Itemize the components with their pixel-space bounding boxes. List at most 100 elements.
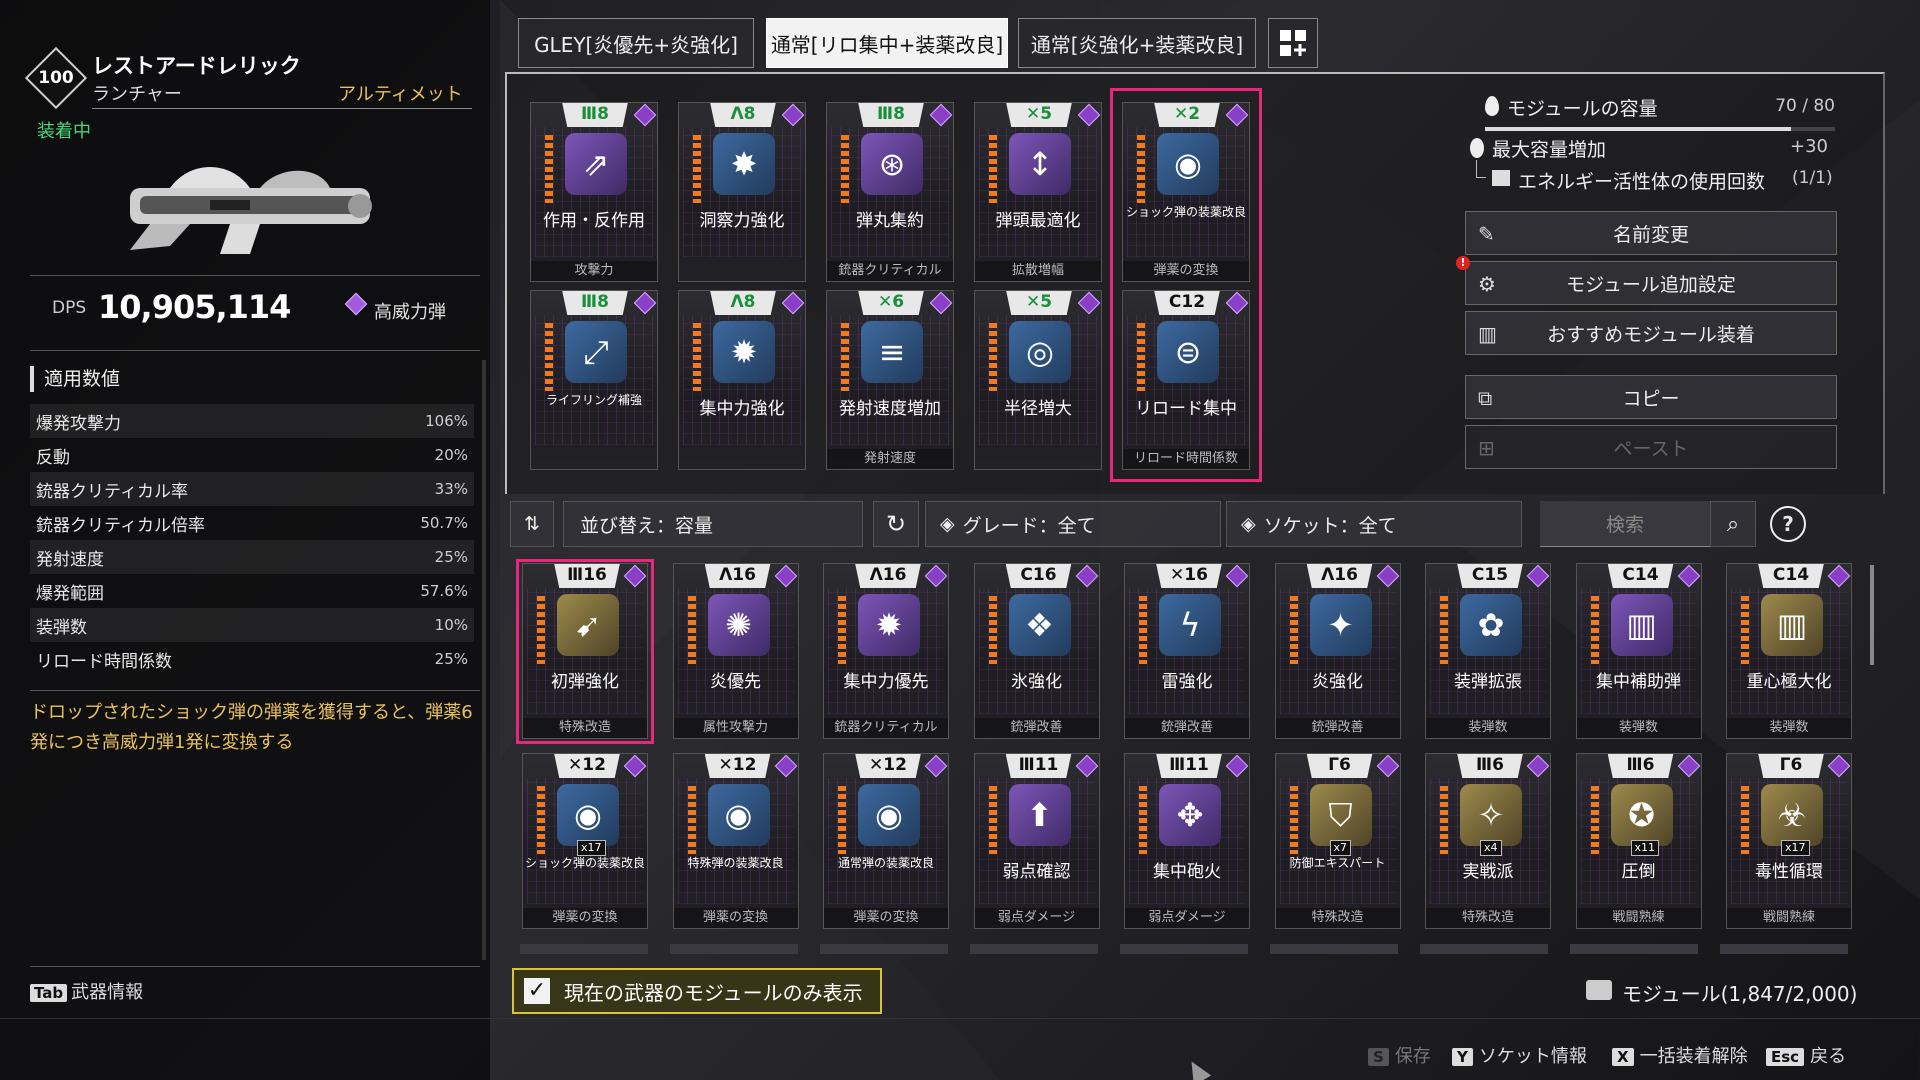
tab-preset-2[interactable]: 通常[リロ集中+装薬改良] — [766, 18, 1008, 68]
next-row-peek — [520, 944, 1870, 954]
module-icon: ✧ — [1460, 784, 1522, 846]
paste-button[interactable]: ⊞ ペースト — [1465, 425, 1837, 469]
module-card[interactable]: Ⅲ6 ✧ x4 実戦派 特殊改造 — [1425, 753, 1551, 929]
grid-plus-icon — [1280, 30, 1306, 56]
module-card[interactable]: Ⅲ11 ⬆ 弱点確認 弱点ダメージ — [973, 753, 1100, 929]
module-settings-button[interactable]: ⚙ モジュール追加設定 — [1465, 261, 1837, 305]
ammo-type-icon — [633, 291, 657, 315]
capacity-bar — [1485, 127, 1835, 131]
module-icon: ✹ — [713, 321, 775, 383]
module-card[interactable]: Ⅲ8 ⇗ 作用・反作用 攻撃力 — [530, 102, 658, 282]
module-icon: ⇗ — [565, 133, 627, 195]
inventory-scrollbar[interactable] — [1870, 565, 1874, 665]
highlight-frame — [1110, 88, 1262, 482]
module-card[interactable]: Ⅲ8 ⤢ ライフリング補強 — [530, 290, 658, 470]
stat-label: 装弾数 — [36, 617, 87, 638]
capacity-bars-icon — [988, 596, 997, 664]
ammo-type-icon — [781, 291, 805, 315]
save-label: 保存 — [1394, 1046, 1431, 1067]
module-card[interactable]: Ⅲ6 ✪ x11 圧倒 戦闘熟練 — [1575, 753, 1702, 929]
module-card[interactable]: Γ6 ⛉ x7 防御エキスパート 特殊改造 — [1274, 753, 1401, 929]
module-card[interactable]: Ⅲ8 ⊛ 弾丸集約 銃器クリティカル — [826, 102, 954, 282]
sort-order-button[interactable]: ⇅ — [510, 501, 554, 547]
recommended-modules-button[interactable]: ▥ おすすめモジュール装着 — [1465, 311, 1837, 355]
help-button[interactable]: ? — [1770, 506, 1806, 542]
stat-label: 反動 — [36, 447, 70, 468]
capacity-bars-icon — [687, 596, 696, 664]
unequip-label: 一括装着解除 — [1639, 1046, 1748, 1067]
module-card[interactable]: ✕12 ◉ 通常弾の装薬改良 弾薬の変換 — [823, 753, 949, 929]
module-card[interactable]: Ⅲ11 ✥ 集中砲火 弱点ダメージ — [1124, 753, 1250, 929]
energy-value: (1/1) — [1792, 168, 1833, 188]
save-button[interactable]: S 保存 — [1368, 1042, 1431, 1068]
mouse-cursor-icon — [1182, 1056, 1212, 1080]
capacity-bars-icon — [545, 323, 553, 391]
module-icon: ✥ — [1159, 784, 1221, 846]
socket-badge: ✕16 — [1156, 564, 1222, 588]
search-input[interactable]: 検索 — [1540, 501, 1710, 547]
unequip-all-button[interactable]: X 一括装着解除 — [1612, 1042, 1748, 1068]
stat-label: 銃器クリティカル倍率 — [36, 515, 205, 536]
stat-value: 57.6% — [420, 582, 468, 600]
module-card[interactable]: C16 ❖ 氷強化 銃弾改善 — [973, 563, 1100, 739]
module-card[interactable]: ✕16 ϟ 雷強化 銃弾改善 — [1124, 563, 1250, 739]
module-card[interactable]: Λ16 ✦ 炎強化 銃弾改善 — [1274, 563, 1401, 739]
module-card[interactable]: ✕5 ◎ 半径増大 — [974, 290, 1102, 470]
grade-filter[interactable]: ◈ グレード：全て — [925, 501, 1221, 547]
socket-info-button[interactable]: Y ソケット情報 — [1452, 1042, 1587, 1068]
module-card[interactable]: Λ16 ✺ 炎優先 属性攻撃力 — [672, 563, 799, 739]
module-card[interactable]: Λ16 ✹ 集中力優先 銃器クリティカル — [823, 563, 949, 739]
module-name: 洞察力強化 — [699, 211, 785, 231]
capacity-bars-icon — [545, 135, 553, 203]
tab-preset-3[interactable]: 通常[炎強化+装薬改良] — [1018, 18, 1256, 68]
module-card[interactable]: Γ6 ☣ x17 毒性循環 戦闘熟練 — [1726, 753, 1852, 929]
module-card[interactable]: Λ8 ✸ 洞察力強化 — [678, 102, 806, 282]
layers-icon: ◈ — [940, 513, 955, 535]
sort-dropdown[interactable]: 並び替え：容量 — [563, 501, 863, 547]
module-card[interactable]: ✕6 ≡ 発射速度増加 発射速度 — [826, 290, 954, 470]
module-icon: ☣ — [1761, 784, 1823, 846]
copy-button[interactable]: ⧉ コピー — [1465, 375, 1837, 419]
module-category: 銃器クリティカル — [824, 718, 948, 738]
tab-preset-1[interactable]: GLEY[炎優先+炎強化] — [518, 18, 754, 68]
module-icon: ◎ — [1009, 321, 1071, 383]
rename-button[interactable]: ✎ 名前変更 — [1465, 211, 1837, 255]
copy-label: コピー — [1622, 387, 1680, 410]
socket-filter[interactable]: ◈ ソケット：全て — [1226, 501, 1522, 547]
stats-scrollbar[interactable] — [482, 360, 486, 960]
reset-button[interactable]: ↻ — [873, 501, 919, 547]
capacity-bars-icon — [841, 135, 849, 203]
weapon-panel: 100 レストアードレリック ランチャー アルティメット 装着中 DPS 10,… — [0, 0, 490, 1080]
socket-badge: Λ8 — [710, 103, 776, 127]
ammo-type-icon — [1526, 754, 1550, 778]
add-preset-button[interactable] — [1268, 18, 1318, 68]
stack-count: x4 — [1480, 840, 1502, 856]
back-button[interactable]: Esc 戻る — [1766, 1042, 1846, 1068]
socket-badge: C15 — [1457, 564, 1523, 588]
weapon-info-button[interactable]: Tab 武器情報 — [30, 978, 143, 1004]
module-card[interactable]: ✕12 ◉ x17 ショック弾の装薬改良 弾薬の変換 — [522, 753, 648, 929]
stat-label: 爆発攻撃力 — [36, 413, 121, 434]
divider — [30, 966, 480, 967]
current-weapon-filter-checkbox[interactable]: ✓ 現在の武器のモジュールのみ表示 — [512, 968, 882, 1014]
search-button[interactable]: ⌕ — [1710, 501, 1756, 547]
module-category: 装弾数 — [1727, 718, 1851, 738]
stack-count: x7 — [1329, 840, 1352, 856]
module-card[interactable]: ✕5 ↕ 弾頭最適化 拡散増幅 — [974, 102, 1102, 282]
capacity-bars-icon — [1139, 596, 1147, 664]
module-settings-label: モジュール追加設定 — [1566, 273, 1736, 296]
module-card[interactable]: ✕12 ◉ 特殊弾の装薬改良 弾薬の変換 — [672, 753, 799, 929]
stat-row: 反動 20% — [30, 438, 474, 472]
module-card[interactable]: C14 ▥ 重心極大化 装弾数 — [1726, 563, 1852, 739]
module-card[interactable]: C15 ✿ 装弾拡張 装弾数 — [1425, 563, 1551, 739]
layers-icon: ◈ — [1241, 513, 1256, 535]
module-card[interactable]: C14 ▥ 集中補助弾 装弾数 — [1575, 563, 1702, 739]
socket-filter-label: ソケット：全て — [1263, 514, 1397, 537]
module-card[interactable]: Λ8 ✹ 集中力強化 — [678, 290, 806, 470]
launcher-weapon-image — [130, 167, 372, 254]
effect-description: ドロップされたショック弾の弾薬を獲得すると、弾薬6発につき高威力弾1発に変換する — [30, 702, 473, 753]
module-icon: ↕ — [1009, 133, 1071, 195]
capacity-bars-icon — [693, 135, 701, 203]
module-icon: ⤢ — [565, 321, 627, 383]
level-badge: 100 — [24, 46, 88, 110]
